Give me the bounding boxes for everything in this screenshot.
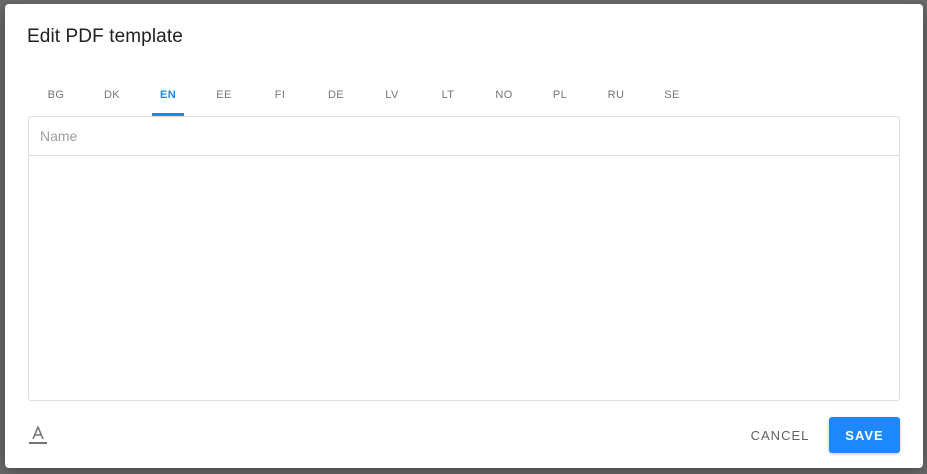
tab-pl[interactable]: PL (532, 74, 588, 116)
tab-ee[interactable]: EE (196, 74, 252, 116)
dialog-title: Edit PDF template (27, 26, 183, 47)
tab-en[interactable]: EN (140, 74, 196, 116)
tab-fi[interactable]: FI (252, 74, 308, 116)
name-input[interactable] (29, 117, 899, 156)
text-format-icon[interactable] (27, 424, 49, 446)
edit-pdf-template-dialog: Edit PDF template BG DK EN EE FI DE LV L… (5, 4, 923, 468)
tab-lv[interactable]: LV (364, 74, 420, 116)
tab-se[interactable]: SE (644, 74, 700, 116)
tab-dk[interactable]: DK (84, 74, 140, 116)
tab-ru[interactable]: RU (588, 74, 644, 116)
save-button[interactable]: SAVE (829, 417, 900, 453)
tab-bg[interactable]: BG (28, 74, 84, 116)
cancel-button[interactable]: CANCEL (745, 417, 815, 453)
language-tabs: BG DK EN EE FI DE LV LT NO PL RU SE (28, 74, 700, 116)
tab-lt[interactable]: LT (420, 74, 476, 116)
tab-no[interactable]: NO (476, 74, 532, 116)
tab-de[interactable]: DE (308, 74, 364, 116)
template-body-textarea[interactable] (29, 157, 899, 400)
template-editor (28, 116, 900, 401)
